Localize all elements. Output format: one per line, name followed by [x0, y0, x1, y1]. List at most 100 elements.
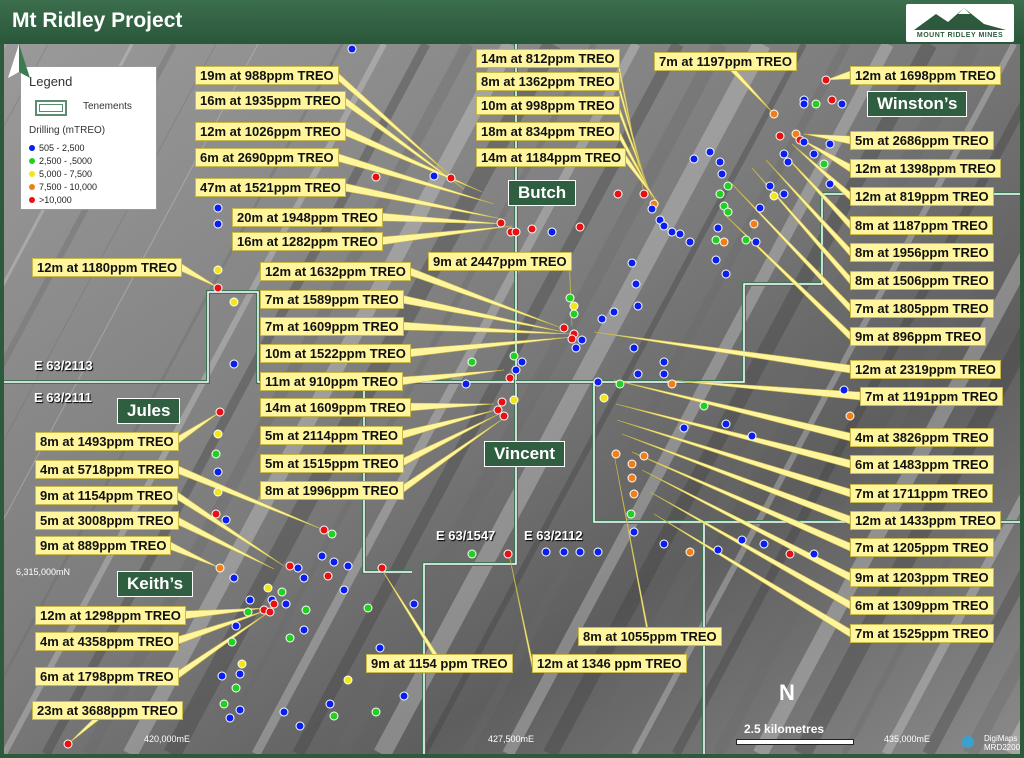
intercept-label: 47m at 1521ppm TREO — [195, 178, 346, 197]
drill-hole — [496, 218, 506, 228]
drill-hole — [723, 181, 733, 191]
legend-class-5: >10,000 — [29, 195, 72, 205]
prospect-keiths: Keith’s — [117, 571, 194, 597]
intercept-label: 8m at 1956ppm TREO — [850, 243, 994, 262]
drill-hole — [263, 583, 273, 593]
drill-hole — [213, 487, 223, 497]
intercept-label: 5m at 2686ppm TREO — [850, 131, 994, 150]
drill-hole — [211, 449, 221, 459]
drill-hole — [281, 599, 291, 609]
drill-hole — [527, 224, 537, 234]
intercept-label: 12m at 1346 ppm TREO — [532, 654, 687, 673]
intercept-label: 18m at 834ppm TREO — [476, 122, 620, 141]
drill-hole — [837, 99, 847, 109]
drill-hole — [213, 265, 223, 275]
intercept-label: 14m at 812ppm TREO — [476, 49, 620, 68]
legend-class-2: 2,500 - ,5000 — [29, 156, 92, 166]
intercept-label: 9m at 1203ppm TREO — [850, 568, 994, 587]
drill-hole — [639, 189, 649, 199]
drill-hole — [747, 431, 757, 441]
mountain-logo-icon — [914, 8, 1006, 30]
intercept-label: 12m at 1433ppm TREO — [850, 511, 1001, 530]
drill-hole — [213, 219, 223, 229]
drill-hole — [559, 323, 569, 333]
legend-class-4: 7,500 - 10,000 — [29, 182, 97, 192]
drill-hole — [541, 547, 551, 557]
drill-hole — [377, 563, 387, 573]
drill-hole — [713, 545, 723, 555]
drill-hole — [755, 203, 765, 213]
drill-hole — [559, 547, 569, 557]
intercept-label: 16m at 1282ppm TREO — [232, 232, 383, 251]
intercept-label: 6m at 1309ppm TREO — [850, 596, 994, 615]
drill-hole — [215, 563, 225, 573]
drill-hole — [679, 423, 689, 433]
intercept-label: 7m at 1805ppm TREO — [850, 299, 994, 318]
drill-hole — [567, 334, 577, 344]
drill-hole — [299, 625, 309, 635]
drill-hole — [511, 227, 521, 237]
legend-title: Legend — [29, 74, 73, 89]
drill-hole — [299, 573, 309, 583]
drill-hole — [825, 139, 835, 149]
legend-class-3: 5,000 - 7,500 — [29, 169, 92, 179]
intercept-label: 11m at 910ppm TREO — [260, 372, 403, 391]
drill-hole — [675, 229, 685, 239]
intercept-label: 7m at 1589ppm TREO — [260, 290, 404, 309]
drill-hole — [613, 189, 623, 199]
credit-line: MRD22006 — [984, 743, 1020, 752]
drill-hole — [211, 509, 221, 519]
drill-hole — [229, 573, 239, 583]
legend-dot — [29, 184, 35, 190]
drill-hole — [509, 395, 519, 405]
map-area[interactable]: Legend Tenements Drilling (mTREO) 505 - … — [4, 44, 1020, 754]
drill-hole — [741, 235, 751, 245]
intercept-label: 8m at 1362ppm TREO — [476, 72, 620, 91]
drill-hole — [759, 539, 769, 549]
drill-hole — [375, 643, 385, 653]
drill-hole — [597, 314, 607, 324]
drill-hole — [667, 227, 677, 237]
drill-hole — [785, 549, 795, 559]
drill-hole — [327, 529, 337, 539]
drill-hole — [769, 109, 779, 119]
drill-hole — [343, 675, 353, 685]
drill-hole — [363, 603, 373, 613]
intercept-label: 14m at 1184ppm TREO — [476, 148, 627, 167]
drill-hole — [569, 301, 579, 311]
drill-hole — [721, 419, 731, 429]
intercept-label: 12m at 1298ppm TREO — [35, 606, 186, 625]
drill-hole — [511, 365, 521, 375]
drill-hole — [779, 149, 789, 159]
drill-hole — [611, 449, 621, 459]
intercept-label: 4m at 4358ppm TREO — [35, 632, 179, 651]
drill-hole — [293, 563, 303, 573]
drill-hole — [446, 173, 456, 183]
intercept-label: 12m at 1632ppm TREO — [260, 262, 411, 281]
north-label: N — [779, 680, 795, 705]
drill-hole — [711, 235, 721, 245]
legend-class-1: 505 - 2,500 — [29, 143, 85, 153]
intercept-label: 4m at 3826ppm TREO — [850, 428, 994, 447]
intercept-label: 8m at 1055ppm TREO — [578, 627, 722, 646]
intercept-label: 7m at 1197ppm TREO — [654, 52, 797, 71]
drill-hole — [279, 707, 289, 717]
drill-hole — [825, 179, 835, 189]
drill-hole — [809, 549, 819, 559]
tenement-label: E 63/2111 — [34, 390, 92, 405]
drill-hole — [317, 551, 327, 561]
intercept-label: 7m at 1609ppm TREO — [260, 317, 404, 336]
drill-hole — [769, 191, 779, 201]
prospect-vincent: Vincent — [484, 441, 566, 467]
intercept-label: 12m at 1698ppm TREO — [850, 66, 1001, 85]
drill-hole — [285, 561, 295, 571]
drill-hole — [575, 547, 585, 557]
drill-hole — [371, 707, 381, 717]
company-logo: MOUNT RIDLEY MINES — [906, 4, 1014, 42]
legend-dot — [29, 171, 35, 177]
drill-hole — [343, 561, 353, 571]
drill-hole — [715, 189, 725, 199]
drill-hole — [627, 473, 637, 483]
intercept-label: 7m at 1205ppm TREO — [850, 538, 994, 557]
intercept-label: 8m at 1506ppm TREO — [850, 271, 994, 290]
